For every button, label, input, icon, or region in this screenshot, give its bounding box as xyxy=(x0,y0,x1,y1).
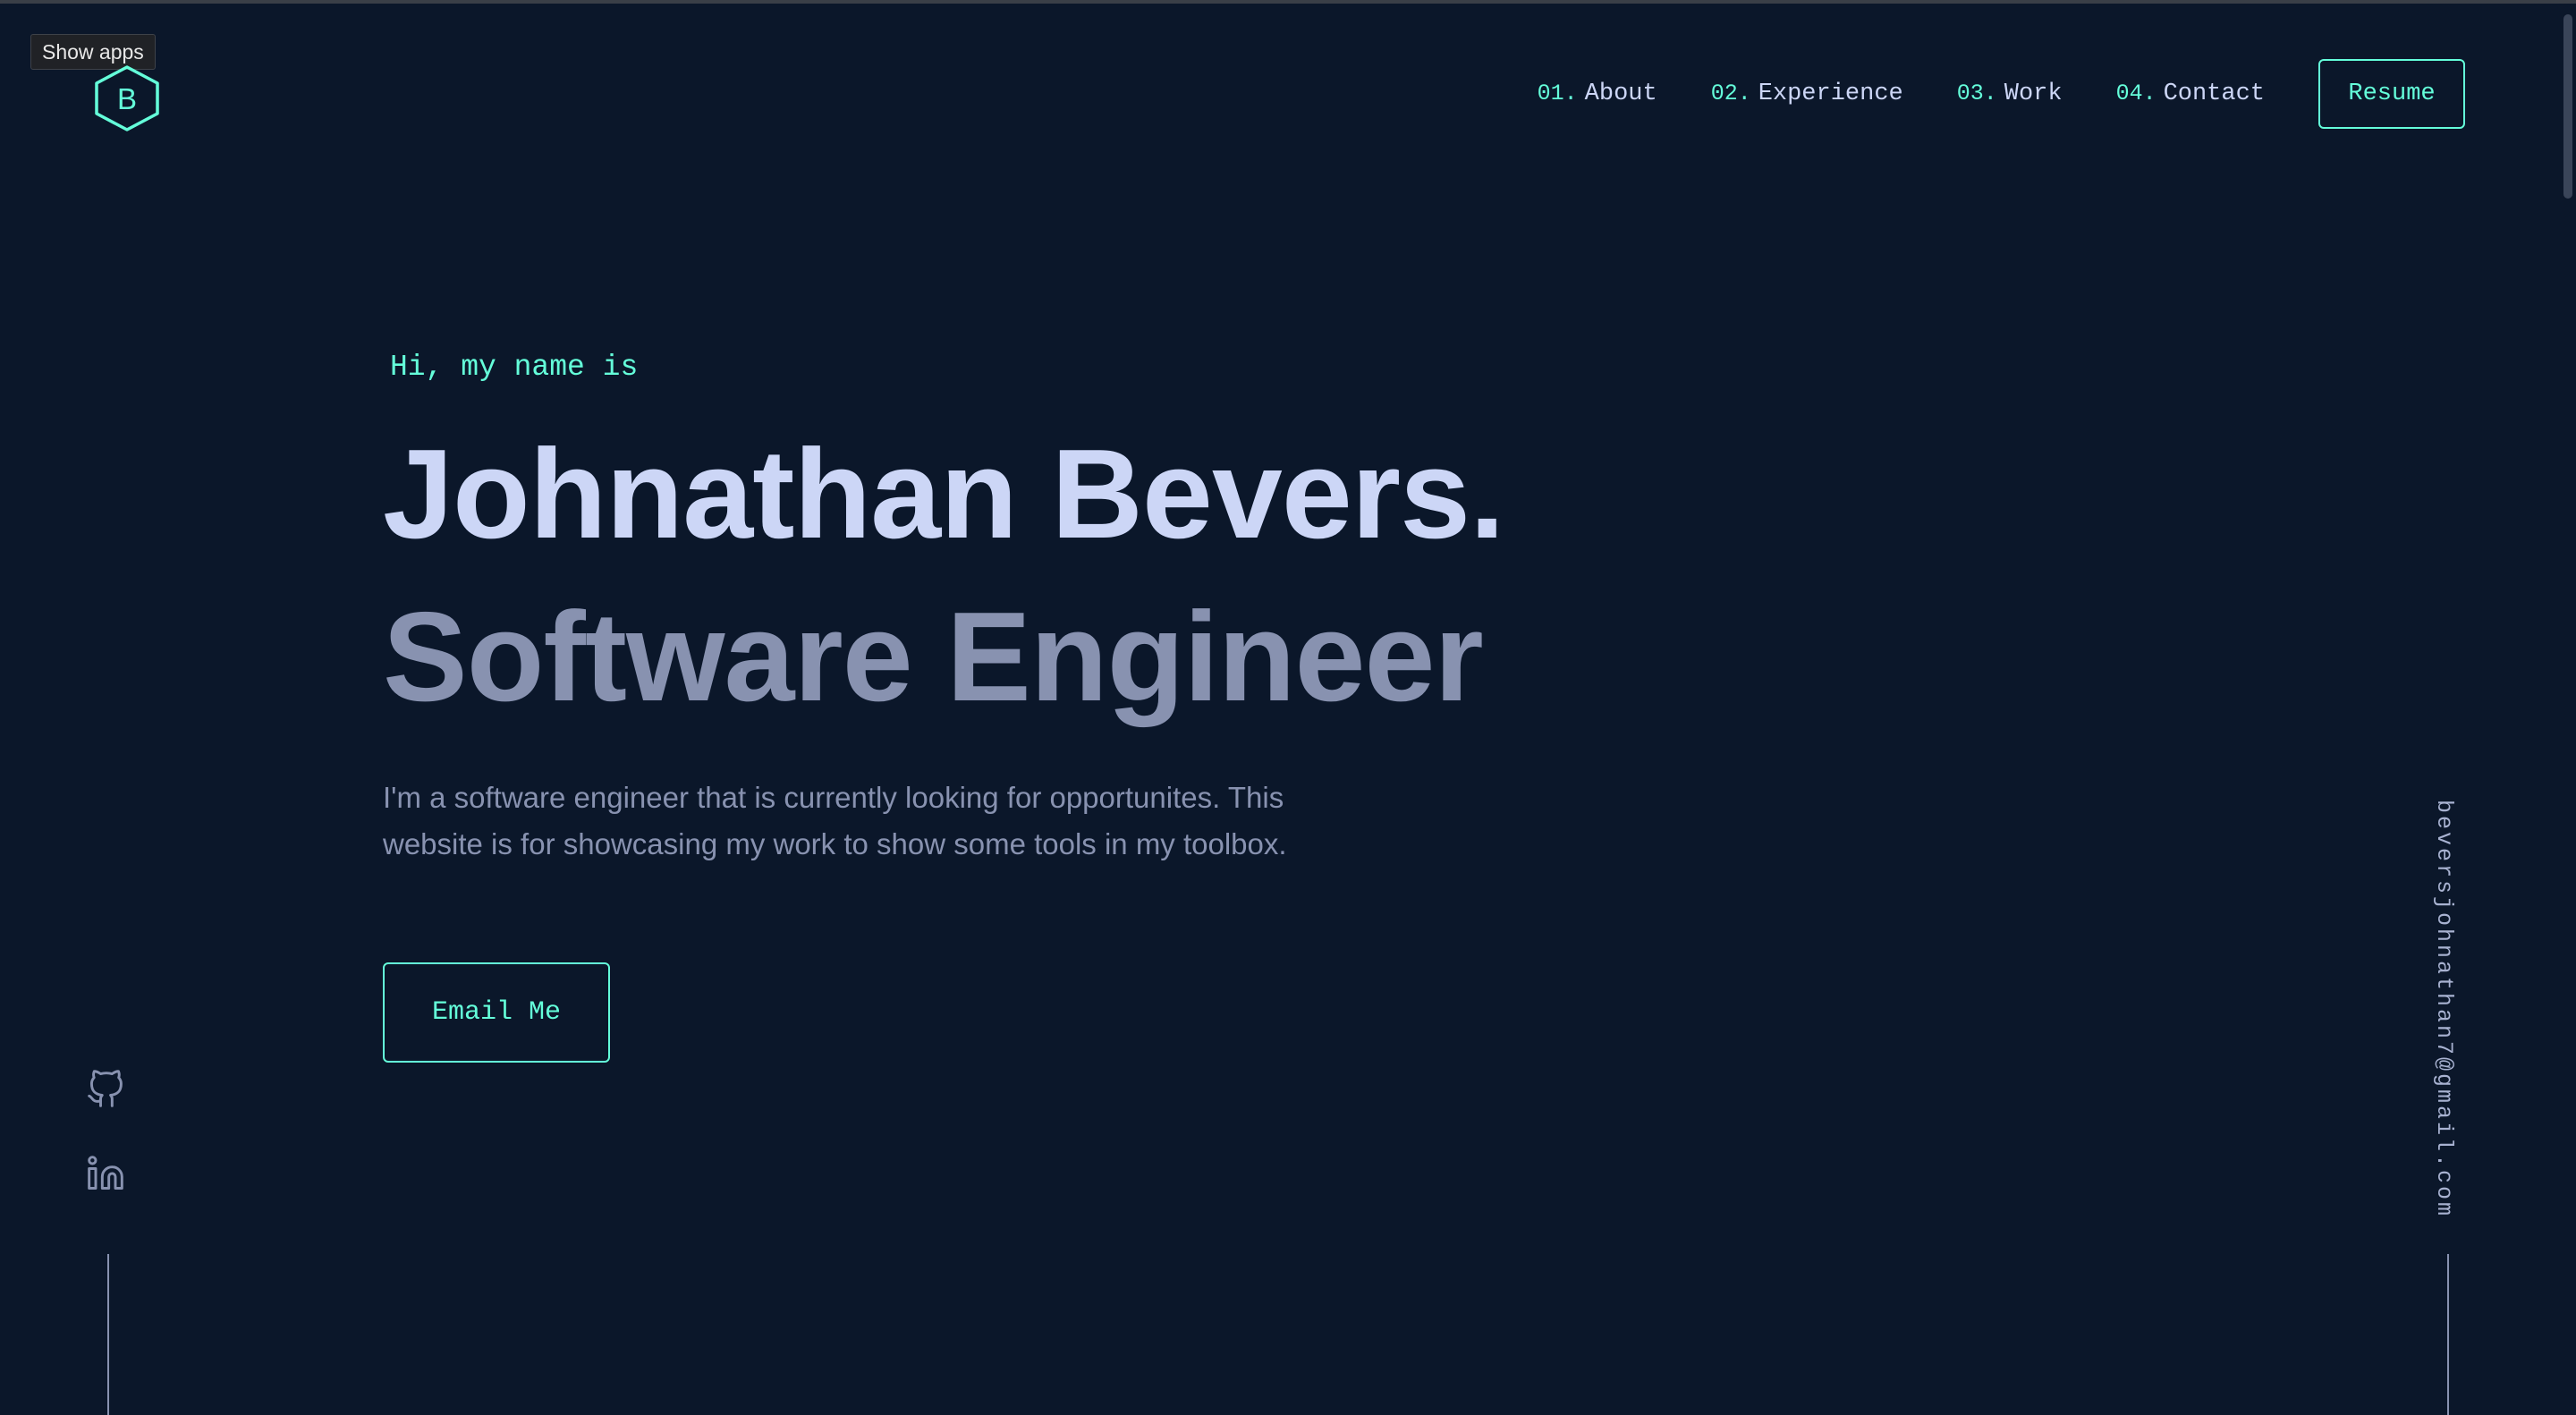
scrollbar-thumb[interactable] xyxy=(2563,14,2572,199)
browser-top-border xyxy=(0,0,2576,4)
resume-button[interactable]: Resume xyxy=(2318,59,2465,129)
logo-letter: B xyxy=(116,82,137,115)
nav-label: Experience xyxy=(1758,80,1903,107)
left-divider-line xyxy=(107,1254,109,1415)
right-divider-line xyxy=(2447,1254,2449,1415)
nav-number: 01. xyxy=(1537,80,1578,106)
nav-label: Contact xyxy=(2163,80,2265,107)
nav-label: Work xyxy=(2004,80,2063,107)
social-links xyxy=(86,1070,129,1238)
nav-item-work[interactable]: 03. Work xyxy=(1957,80,2063,107)
hero-name: Johnathan Bevers. xyxy=(383,423,1505,565)
logo-link[interactable]: B xyxy=(91,64,163,132)
side-email-link[interactable]: beversjohnathan7@gmail.com xyxy=(2431,800,2457,1218)
hero-title: Software Engineer xyxy=(383,586,1484,728)
main-nav: 01. About 02. Experience 03. Work 04. Contac… xyxy=(1538,59,2465,129)
nav-item-experience[interactable]: 02. Experience xyxy=(1711,80,1903,107)
nav-number: 04. xyxy=(2115,80,2157,106)
hero-greeting: Hi, my name is xyxy=(390,351,639,384)
linkedin-icon xyxy=(88,1156,123,1190)
hero-description: I'm a software engineer that is currentl… xyxy=(383,781,1287,860)
nav-label: About xyxy=(1584,80,1657,107)
nav-item-about[interactable]: 01. About xyxy=(1538,80,1657,107)
nav-number: 02. xyxy=(1710,80,1751,106)
email-me-button[interactable]: Email Me xyxy=(383,962,610,1063)
nav-item-contact[interactable]: 04. Contact xyxy=(2116,80,2265,107)
linkedin-link[interactable] xyxy=(86,1154,129,1197)
nav-number: 03. xyxy=(1956,80,1997,106)
page-scrollbar[interactable] xyxy=(2558,4,2576,1415)
github-link[interactable] xyxy=(86,1070,129,1113)
github-icon xyxy=(88,1070,123,1107)
